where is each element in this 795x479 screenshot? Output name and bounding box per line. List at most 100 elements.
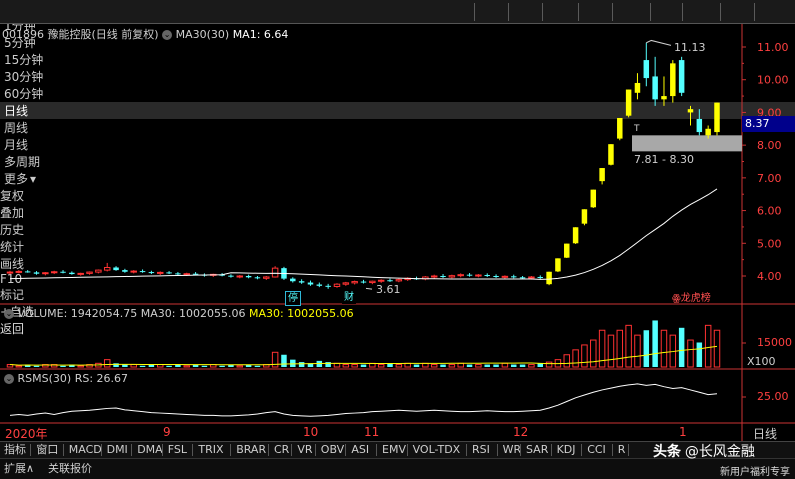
volume-tick-label: 15000	[757, 336, 792, 349]
volume-bar	[219, 365, 225, 367]
volume-bar	[377, 364, 385, 368]
y-tick-label: 7.00	[757, 172, 782, 185]
candle-body	[42, 272, 49, 275]
candle-body	[15, 270, 23, 273]
volume-bar	[607, 334, 615, 368]
indicator-tab-18[interactable]: CCI	[587, 442, 606, 458]
indicator-tab-14[interactable]: RSI	[472, 442, 490, 458]
period-info: (日线 前复权)	[91, 28, 159, 41]
candle-body	[634, 82, 641, 93]
volume-bar	[139, 365, 146, 367]
indicator-tab-11[interactable]: ASI	[351, 442, 369, 458]
candle-body	[625, 89, 632, 116]
candle-body	[643, 60, 650, 79]
tab-divider	[230, 444, 232, 456]
candle-body	[254, 277, 261, 279]
candle-body	[175, 273, 181, 275]
rs-panel-title: ⌄ RSMS(30) RS: 26.67	[4, 372, 128, 385]
toolbar-divider	[650, 3, 651, 21]
indicator-tab-4[interactable]: DMA	[137, 442, 163, 458]
tab-divider	[550, 444, 552, 456]
indicator-tab-6[interactable]: TRIX	[198, 442, 223, 458]
bottom-status-bar	[0, 458, 795, 479]
candle-body	[652, 76, 658, 100]
volume-bar	[298, 362, 305, 367]
volume-bar	[254, 365, 261, 367]
related-quotes-button[interactable]: 关联报价	[48, 459, 92, 478]
indicator-tab-8[interactable]: CR	[274, 442, 289, 458]
collapse-icon[interactable]: ⌄	[4, 374, 14, 384]
candle-body	[183, 273, 190, 276]
collapse-icon[interactable]: ⌄	[162, 30, 173, 40]
indicator-tab-2[interactable]: MACD	[69, 442, 102, 458]
volume-bar	[360, 364, 367, 367]
toolbar-divider	[578, 3, 579, 21]
volume-bar	[351, 364, 358, 368]
volume-bar	[475, 364, 482, 368]
volume-bar	[572, 349, 579, 368]
tab-divider	[100, 444, 102, 456]
indicator-tab-7[interactable]: BRAR	[236, 442, 266, 458]
candle-body	[192, 273, 199, 275]
indicator-tab-3[interactable]: DMI	[107, 442, 128, 458]
indicator-label[interactable]: MA30(30)	[176, 28, 230, 41]
watermark-author: @长风金融	[684, 444, 755, 460]
candle-body	[130, 270, 137, 273]
indicator-tab-0[interactable]: 指标	[4, 442, 26, 458]
candle-body	[519, 277, 526, 279]
indicator-tab-12[interactable]: EMV	[382, 442, 406, 458]
period-tag: 日线	[753, 427, 778, 441]
volume-bar	[484, 364, 490, 367]
volume-bar	[493, 364, 499, 367]
candle-body	[6, 271, 14, 274]
dragon-tiger-mark: ꙮ	[672, 293, 681, 304]
x-axis-label-1: 9	[163, 425, 171, 439]
indicator-tab-17[interactable]: KDJ	[557, 442, 576, 458]
candle-body	[617, 117, 623, 139]
candle-body	[705, 128, 711, 136]
expand-button[interactable]: 扩展∧	[4, 459, 34, 478]
tab-divider	[345, 444, 347, 456]
candle-body	[440, 276, 446, 277]
indicator-tab-15[interactable]: WR	[503, 442, 522, 458]
volume-bar	[395, 364, 403, 368]
stock-code: 001896	[2, 28, 44, 41]
indicator-tab-19[interactable]: R	[618, 442, 626, 458]
tab-divider	[581, 444, 583, 456]
ma30-line	[9, 188, 718, 280]
candle-body	[670, 63, 676, 97]
candle-body	[457, 274, 464, 277]
candle-body	[714, 102, 720, 133]
indicator-tab-10[interactable]: OBV	[321, 442, 344, 458]
tab-divider	[406, 444, 408, 456]
tab-divider	[161, 444, 163, 456]
indicator-tab-9[interactable]: VR	[297, 442, 312, 458]
volume-bar	[430, 364, 438, 368]
finance-badge[interactable]: 财	[342, 291, 356, 304]
candle-body	[122, 270, 128, 272]
indicator-tab-5[interactable]: FSL	[168, 442, 187, 458]
volume-bar	[422, 362, 429, 368]
volume-bar	[598, 329, 606, 368]
volume-bar	[325, 362, 331, 367]
dragon-tiger-badge[interactable]: ꙮ龙虎榜	[672, 292, 711, 305]
candle-body	[236, 275, 244, 278]
indicator-tab-1[interactable]: 窗口	[36, 442, 58, 458]
indicator-tab-16[interactable]: SAR	[526, 442, 548, 458]
collapse-icon[interactable]: ⌄	[4, 309, 14, 319]
rs-value: RS: 26.67	[74, 372, 129, 385]
candle-body	[448, 275, 456, 278]
volume-bar	[652, 320, 658, 367]
tab-divider	[62, 444, 64, 456]
candle-body	[590, 189, 597, 208]
candle-body	[599, 168, 605, 182]
volume-bar	[15, 365, 23, 368]
candle-body	[466, 274, 473, 276]
volume-bar	[201, 365, 208, 367]
gap-range-label: 7.81 - 8.30	[634, 153, 694, 166]
suspension-badge[interactable]: 停	[285, 291, 301, 306]
volume-bar	[660, 329, 668, 368]
tab-divider	[291, 444, 293, 456]
indicator-tab-13[interactable]: VOL-TDX	[413, 442, 461, 458]
candle-body	[687, 109, 694, 113]
